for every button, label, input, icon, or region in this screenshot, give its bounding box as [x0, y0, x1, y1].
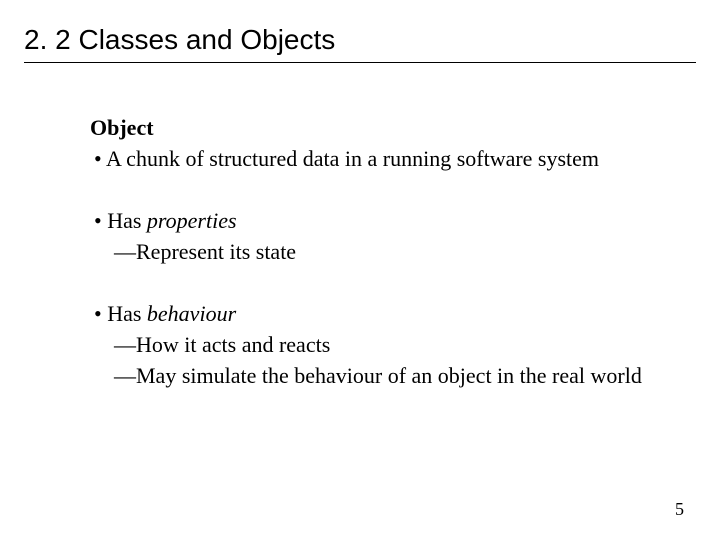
bullet-behaviour: Has behaviour [90, 300, 676, 329]
bullet-properties: Has properties [90, 207, 676, 236]
bullet-properties-pre: Has [107, 208, 147, 233]
bullet-behaviour-pre: Has [107, 301, 147, 326]
slide: 2. 2 Classes and Objects Object A chunk … [0, 0, 720, 540]
slide-body: Object A chunk of structured data in a r… [90, 114, 676, 392]
subbullet-behaviour-acts: How it acts and reacts [90, 331, 676, 360]
subheading-object: Object [90, 114, 676, 143]
subbullet-behaviour-simulate: May simulate the behaviour of an object … [90, 362, 676, 391]
bullet-definition: A chunk of structured data in a running … [90, 145, 676, 174]
slide-title: 2. 2 Classes and Objects [24, 24, 696, 63]
page-number: 5 [675, 499, 684, 520]
bullet-behaviour-em: behaviour [147, 301, 236, 326]
subbullet-properties-state: Represent its state [90, 238, 676, 267]
bullet-properties-em: properties [147, 208, 237, 233]
